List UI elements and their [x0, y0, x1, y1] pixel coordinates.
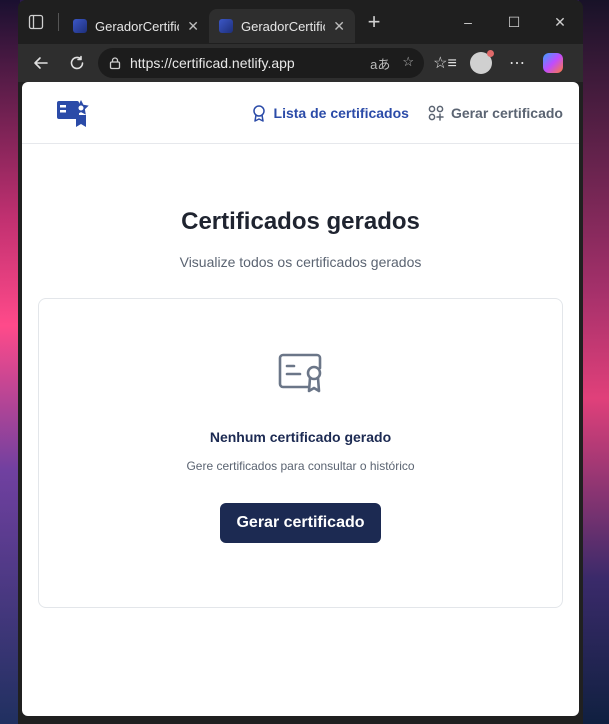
shapes-plus-icon [428, 105, 444, 121]
browser-window: GeradorCertificados ✕ GeradorCertificado… [18, 0, 583, 724]
main-content: Certificados gerados Visualize todos os … [22, 144, 579, 608]
nav-link-label: Gerar certificado [450, 104, 563, 121]
close-window-button[interactable]: ✕ [537, 14, 583, 31]
lock-icon [109, 57, 121, 70]
empty-state-title: Nenhum certificado gerado [209, 429, 392, 445]
browser-tab[interactable]: GeradorCertificados ✕ [63, 9, 209, 43]
browser-tab-active[interactable]: GeradorCertificados ✕ [209, 9, 355, 43]
page-viewport: Lista de certificados Gerar certificado … [22, 82, 579, 716]
tab-close-icon[interactable]: ✕ [333, 18, 345, 35]
new-tab-button[interactable]: + [359, 9, 389, 35]
avatar [470, 50, 494, 74]
tab-close-icon[interactable]: ✕ [187, 18, 199, 35]
nav-link-generate-certificate[interactable]: Gerar certificado [427, 104, 563, 122]
maximize-button[interactable]: ☐ [491, 14, 537, 31]
nav-link-certificate-list[interactable]: Lista de certificados [250, 104, 409, 122]
empty-state-description: Gere certificados para consultar o histó… [186, 459, 415, 473]
tab-separator [58, 13, 59, 31]
window-controls: – ☐ ✕ [445, 0, 583, 44]
profile-button[interactable] [466, 48, 496, 78]
more-options-icon[interactable]: ⋯ [502, 48, 532, 78]
main-nav: Lista de certificados Gerar certificado [250, 104, 563, 122]
tab-title: GeradorCertificados [241, 18, 325, 34]
certificate-logo-icon[interactable] [56, 95, 92, 131]
favorites-icon[interactable]: ☆≡ [430, 48, 460, 78]
minimize-button[interactable]: – [445, 14, 491, 30]
page-subtitle: Visualize todos os certificados gerados [179, 254, 422, 270]
address-bar[interactable]: https://certificad.netlify.app aあ ☆ [98, 48, 424, 78]
empty-state-card: Nenhum certificado gerado Gere certifica… [38, 298, 563, 608]
award-icon [252, 104, 265, 122]
page-title: Certificados gerados [181, 208, 420, 235]
site-header: Lista de certificados Gerar certificado [22, 82, 579, 144]
desktop-wallpaper-left [0, 0, 20, 724]
tab-title: GeradorCertificados [95, 18, 179, 34]
tab-actions-icon[interactable] [18, 0, 54, 44]
back-button[interactable] [26, 48, 56, 78]
copilot-icon[interactable] [538, 48, 568, 78]
nav-link-label: Lista de certificados [273, 104, 409, 121]
tab-bar: GeradorCertificados ✕ GeradorCertificado… [18, 0, 583, 44]
generate-certificate-button[interactable]: Gerar certificado [220, 503, 381, 543]
certificate-icon [278, 353, 321, 393]
tab-favicon-icon [73, 19, 87, 33]
desktop-wallpaper-right [579, 0, 609, 724]
url-text: https://certificad.netlify.app [130, 55, 295, 71]
read-aloud-icon[interactable]: aあ [370, 54, 390, 73]
tab-favicon-icon [219, 19, 233, 33]
browser-toolbar: https://certificad.netlify.app aあ ☆ ☆≡ ⋯ [18, 44, 583, 82]
favorite-star-icon[interactable]: ☆ [402, 54, 414, 73]
refresh-button[interactable] [62, 48, 92, 78]
